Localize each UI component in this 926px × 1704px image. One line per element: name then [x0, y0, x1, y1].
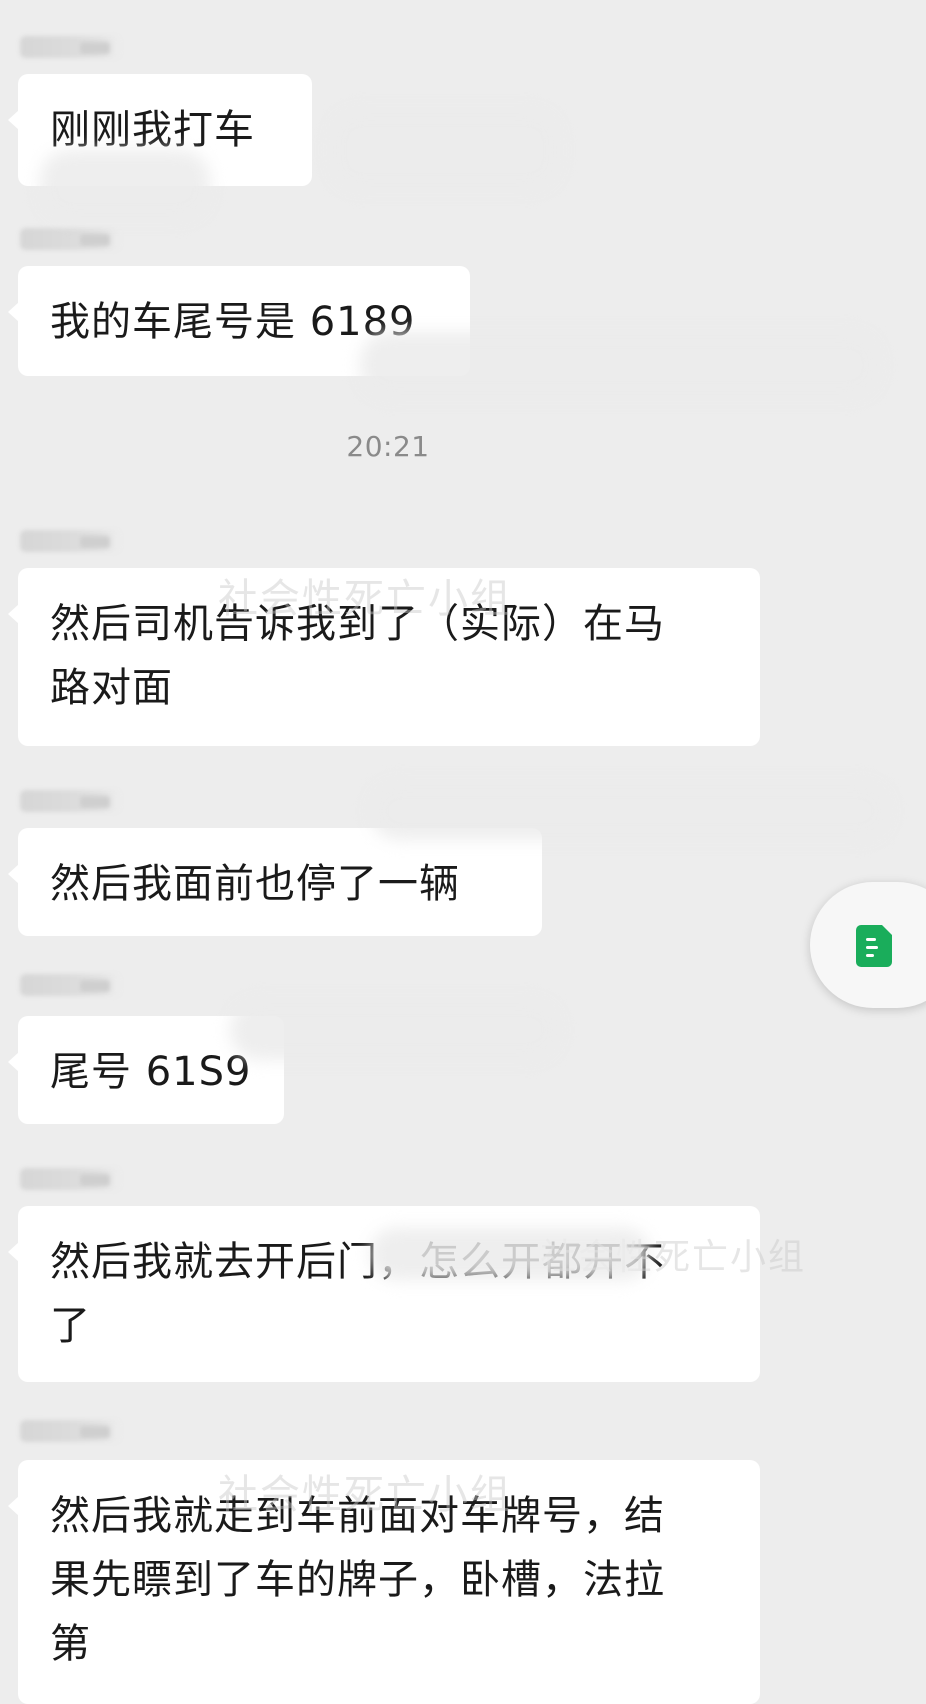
message-bubble[interactable]: 尾号 61S9 [8, 1016, 284, 1124]
sender-name-blurred [20, 228, 120, 250]
message-bubble[interactable]: 然后我就走到车前面对车牌号，结 果先瞟到了车的牌子，卧槽，法拉 第 [8, 1460, 760, 1704]
sender-name-blurred [20, 36, 120, 58]
message-text: 然后我就走到车前面对车牌号，结 果先瞟到了车的牌子，卧槽，法拉 第 [50, 1493, 665, 1667]
sender-name-blurred [20, 974, 120, 996]
sender-name-blurred [20, 530, 120, 552]
message-text: 我的车尾号是 6189 [50, 299, 416, 345]
message-bubble[interactable]: 然后我就去开后门，怎么开都开不 了 [8, 1206, 760, 1382]
sender-name-blurred [20, 1168, 120, 1190]
time-divider: 20:21 [346, 430, 430, 463]
message-text: 尾号 61S9 [50, 1049, 252, 1095]
message-bubble[interactable]: 我的车尾号是 6189 [8, 266, 470, 376]
floating-notes-button[interactable] [810, 882, 926, 1008]
message-text: 然后我面前也停了一辆 [50, 861, 460, 907]
message-text: 然后我就去开后门，怎么开都开不 了 [50, 1239, 665, 1349]
document-icon [856, 925, 892, 967]
message-bubble[interactable]: 刚刚我打车 [8, 74, 312, 186]
sender-name-blurred [20, 790, 120, 812]
chat-window: 刚刚我打车 我的车尾号是 6189 20:21 然后司机告诉我到了（实际）在马 … [0, 0, 926, 1704]
privacy-blur [330, 110, 560, 190]
message-text: 刚刚我打车 [50, 107, 255, 153]
sender-name-blurred [20, 1420, 120, 1442]
message-bubble[interactable]: 然后司机告诉我到了（实际）在马 路对面 [8, 568, 760, 746]
message-text: 然后司机告诉我到了（实际）在马 路对面 [50, 601, 665, 711]
message-bubble[interactable]: 然后我面前也停了一辆 [8, 828, 542, 936]
